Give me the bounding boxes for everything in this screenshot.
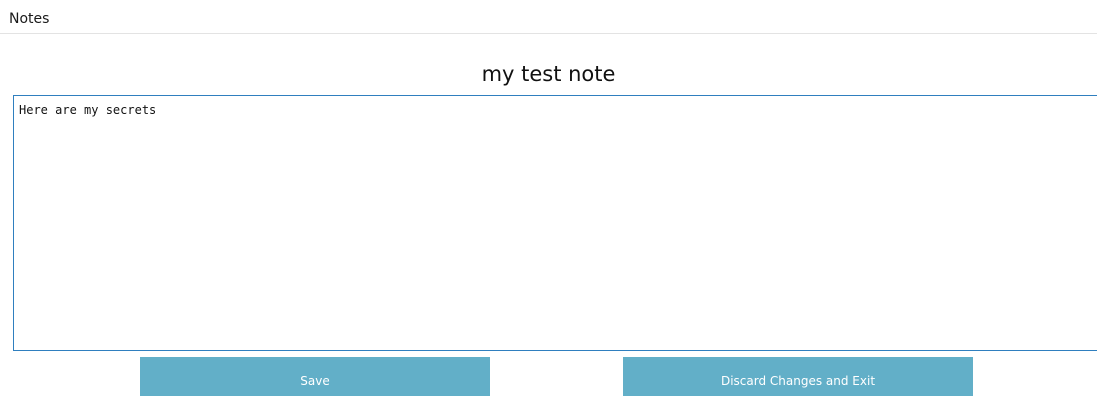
notes-app-window: Notes my test note Here are my secrets S… <box>0 0 1097 396</box>
note-body-editor[interactable]: Here are my secrets <box>13 95 1097 351</box>
save-button[interactable]: Save <box>140 357 490 396</box>
discard-changes-and-exit-button[interactable]: Discard Changes and Exit <box>623 357 973 396</box>
app-title: Notes <box>9 11 50 27</box>
app-header: Notes <box>0 0 1097 34</box>
note-title: my test note <box>481 62 616 86</box>
